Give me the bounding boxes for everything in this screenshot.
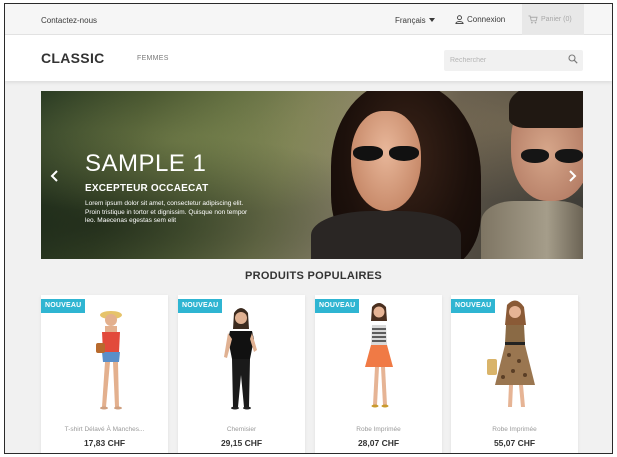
user-icon bbox=[455, 15, 464, 24]
caret-down-icon bbox=[428, 18, 435, 22]
product-name[interactable]: Chemisier bbox=[178, 426, 305, 433]
product-image[interactable] bbox=[315, 295, 442, 417]
browser-page: Contactez-nous Français Connexion Panier… bbox=[4, 3, 613, 454]
chevron-left-icon[interactable] bbox=[49, 169, 61, 183]
search-icon[interactable] bbox=[568, 54, 578, 64]
slide-title: SAMPLE 1 bbox=[85, 150, 207, 177]
cart-button[interactable]: Panier (0) bbox=[522, 4, 584, 35]
sunglasses-graphic bbox=[517, 149, 583, 165]
store-logo[interactable]: CLASSIC bbox=[41, 50, 105, 66]
product-card[interactable]: NOUVEAU Chemisier 29,15 CHF bbox=[178, 295, 305, 453]
product-card[interactable]: NOUVEAU Robe Imprimée 55,07 CHF bbox=[451, 295, 578, 453]
top-nav: Contactez-nous Français Connexion Panier… bbox=[5, 4, 612, 35]
product-card[interactable]: NOUVEAU Robe Imprimée 28,07 CHF bbox=[315, 295, 442, 453]
slide-photo-man-hair bbox=[509, 91, 583, 128]
product-name[interactable]: Robe Imprimée bbox=[451, 426, 578, 433]
product-image[interactable] bbox=[451, 295, 578, 417]
search-input[interactable] bbox=[450, 54, 560, 67]
language-label: Français bbox=[395, 16, 426, 25]
hero-carousel[interactable]: SAMPLE 1 EXCEPTEUR OCCAECAT Lorem ipsum … bbox=[41, 91, 583, 259]
chevron-right-icon[interactable] bbox=[566, 169, 578, 183]
product-price: 17,83 CHF bbox=[83, 438, 126, 448]
contact-link[interactable]: Contactez-nous bbox=[41, 16, 97, 25]
product-name[interactable]: Robe Imprimée bbox=[315, 426, 442, 433]
menu-item-femmes[interactable]: FEMMES bbox=[137, 55, 169, 62]
slide-photo-woman-body bbox=[311, 211, 461, 259]
language-selector[interactable]: Français bbox=[395, 16, 435, 25]
cart-icon bbox=[528, 15, 538, 24]
new-badge: NOUVEAU bbox=[451, 299, 496, 313]
sunglasses-graphic bbox=[351, 146, 423, 162]
new-badge: NOUVEAU bbox=[41, 299, 86, 313]
login-label: Connexion bbox=[467, 15, 506, 24]
site-header: CLASSIC FEMMES bbox=[5, 35, 612, 81]
slide-photo-man-body bbox=[481, 201, 583, 259]
slide-subtitle: EXCEPTEUR OCCAECAT bbox=[85, 183, 209, 194]
search-widget bbox=[444, 50, 583, 71]
product-image[interactable] bbox=[41, 295, 168, 417]
new-badge: NOUVEAU bbox=[315, 299, 360, 313]
product-card[interactable]: NOUVEAU T-shirt Délavé À Manches... 17,8… bbox=[41, 295, 168, 453]
slide-description: Lorem ipsum dolor sit amet, consectetur … bbox=[85, 200, 248, 224]
product-image[interactable] bbox=[178, 295, 305, 417]
product-name[interactable]: T-shirt Délavé À Manches... bbox=[41, 426, 168, 433]
product-price: 55,07 CHF bbox=[493, 438, 536, 448]
new-badge: NOUVEAU bbox=[178, 299, 223, 313]
cart-label: Panier (0) bbox=[541, 16, 572, 23]
product-price: 28,07 CHF bbox=[357, 438, 400, 448]
product-price: 29,15 CHF bbox=[220, 438, 263, 448]
login-link[interactable]: Connexion bbox=[455, 15, 505, 24]
section-title: PRODUITS POPULAIRES bbox=[244, 270, 383, 282]
